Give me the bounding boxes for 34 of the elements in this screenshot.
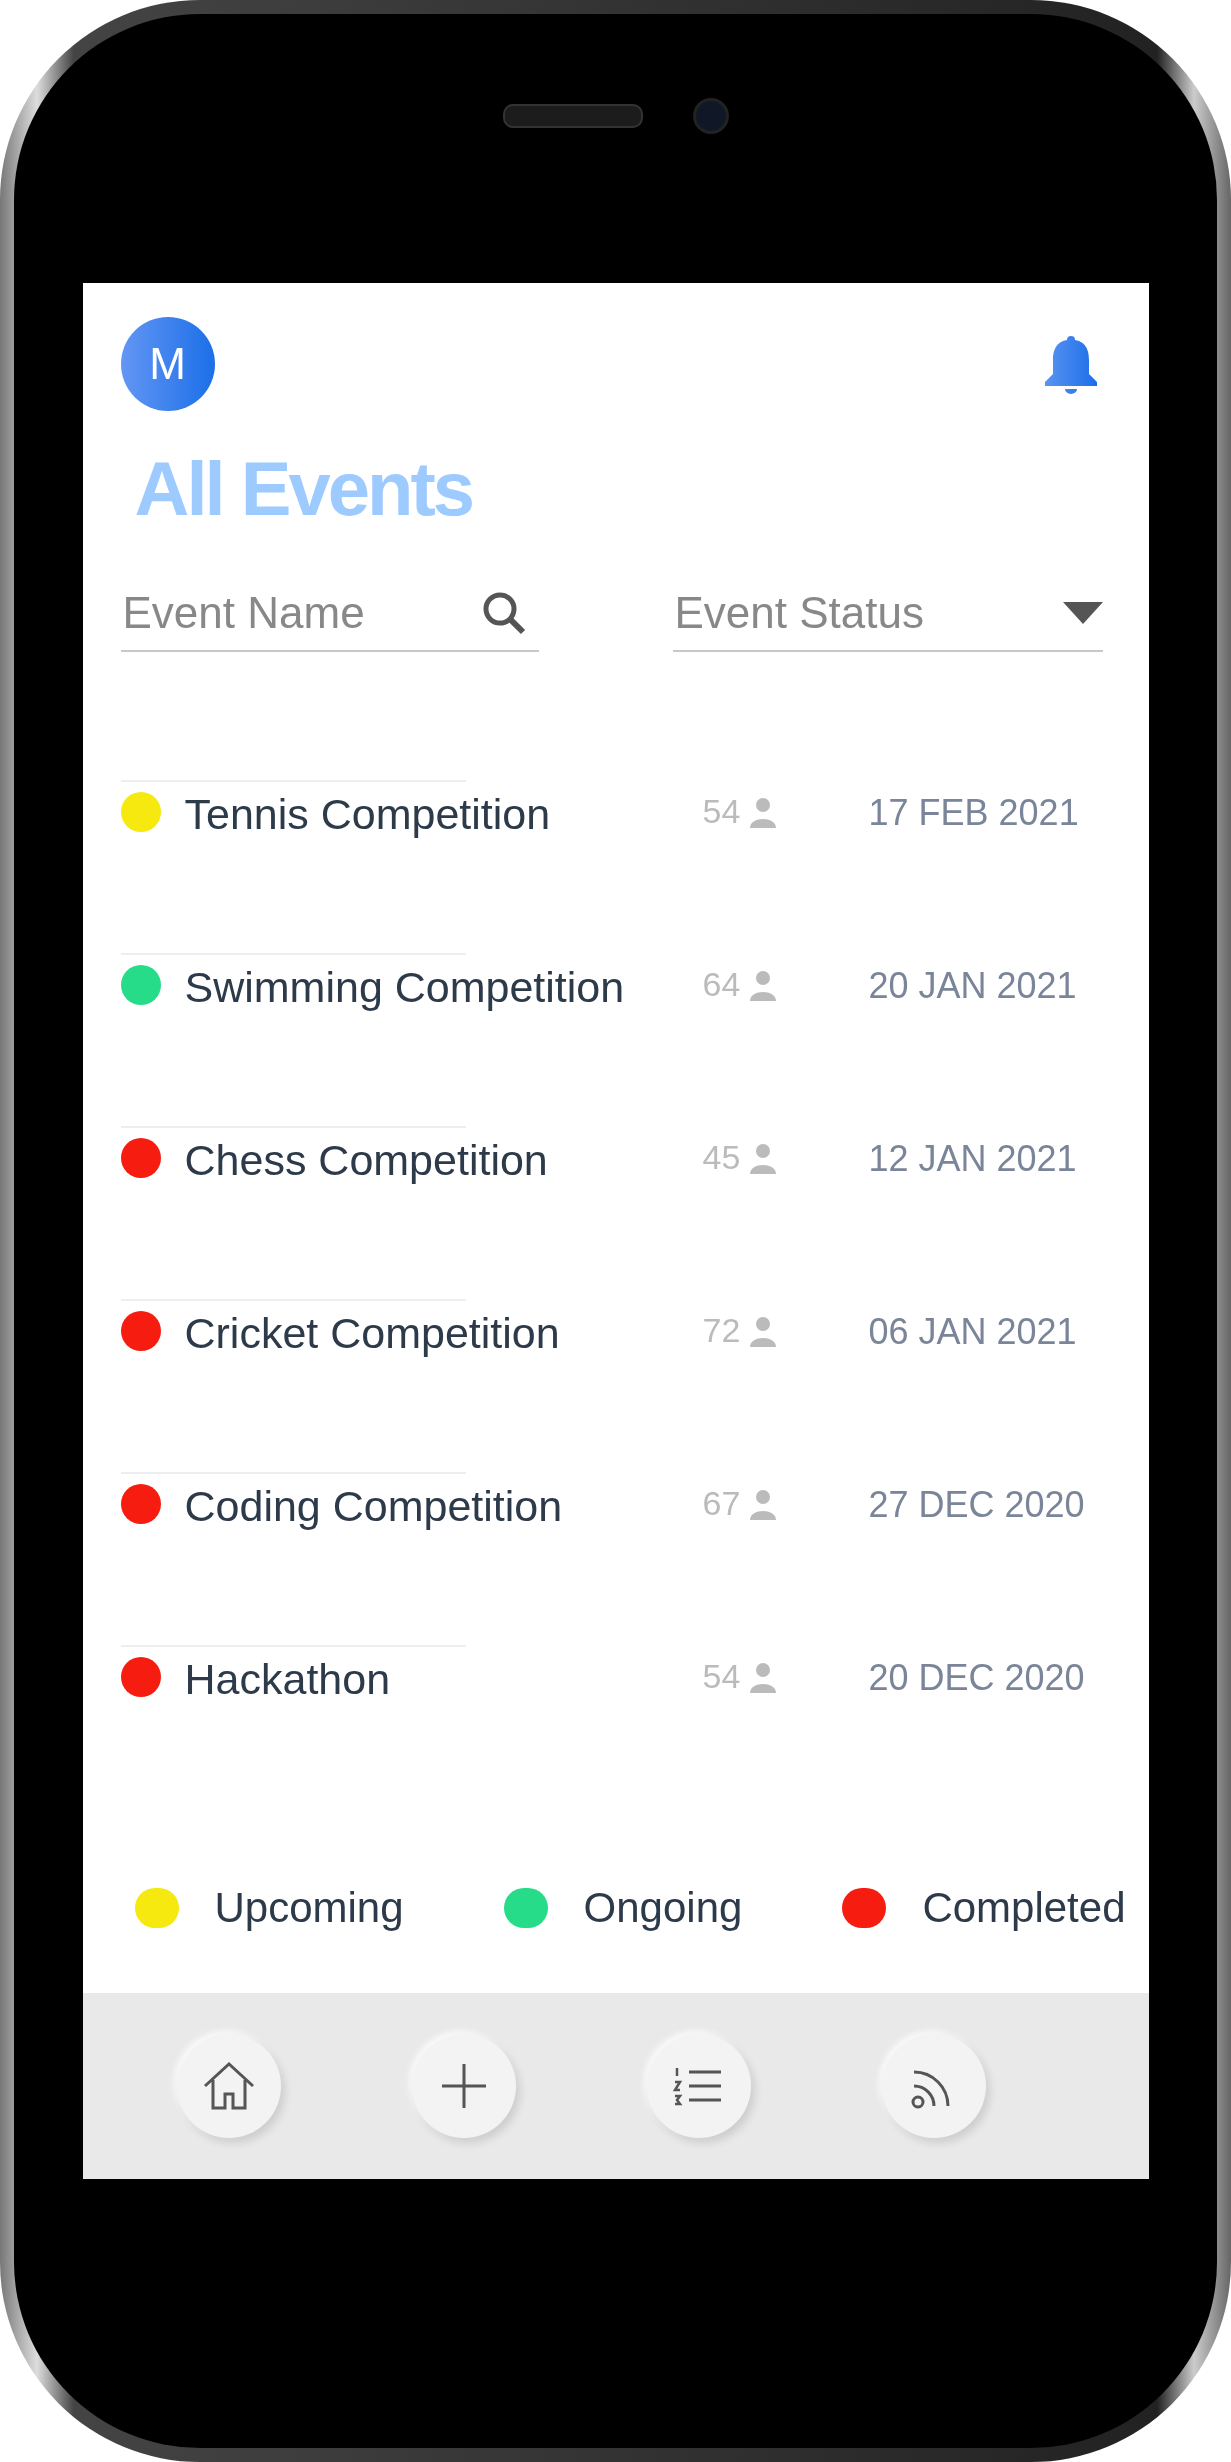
participant-count: 64 [702, 965, 741, 1004]
event-name[interactable]: Chess Competition [184, 1136, 677, 1185]
person-icon [748, 1487, 779, 1520]
caret-icon [1062, 602, 1103, 624]
event-date: 20 DEC 2020 [868, 1657, 1086, 1699]
bell-icon[interactable] [1042, 334, 1099, 394]
legend-label: Ongoing [583, 1884, 743, 1932]
event-date: 06 JAN 2021 [868, 1311, 1078, 1353]
page-title: All Events [134, 445, 473, 532]
camera-lens [692, 98, 729, 134]
participant-count: 72 [702, 1311, 741, 1350]
legend-label: Completed [922, 1884, 1126, 1932]
event-date: 27 DEC 2020 [868, 1484, 1086, 1526]
person-icon [748, 968, 779, 1001]
event-name[interactable]: Tennis Competition [184, 790, 677, 839]
participant-count: 45 [702, 1138, 741, 1177]
person-icon [748, 1660, 779, 1693]
search-field[interactable]: Event Name [120, 588, 423, 638]
person-icon [748, 1141, 779, 1174]
status-dropdown[interactable]: Event Status [672, 588, 975, 638]
person-icon [748, 795, 779, 828]
event-date: 17 FEB 2021 [868, 792, 1080, 834]
event-date: 20 JAN 2021 [868, 965, 1078, 1007]
event-date: 12 JAN 2021 [868, 1138, 1078, 1180]
participant-count: 54 [702, 1657, 741, 1696]
participant-count: 54 [702, 792, 741, 831]
avatar[interactable]: M [120, 317, 215, 411]
event-name[interactable]: Hackathon [184, 1655, 677, 1704]
person-icon [748, 1314, 779, 1347]
event-name[interactable]: Coding Competition [184, 1482, 677, 1531]
event-name[interactable]: Cricket Competition [184, 1309, 677, 1358]
event-name[interactable]: Swimming Competition [184, 963, 677, 1012]
legend-label: Upcoming [214, 1884, 404, 1932]
participant-count: 67 [702, 1484, 741, 1523]
